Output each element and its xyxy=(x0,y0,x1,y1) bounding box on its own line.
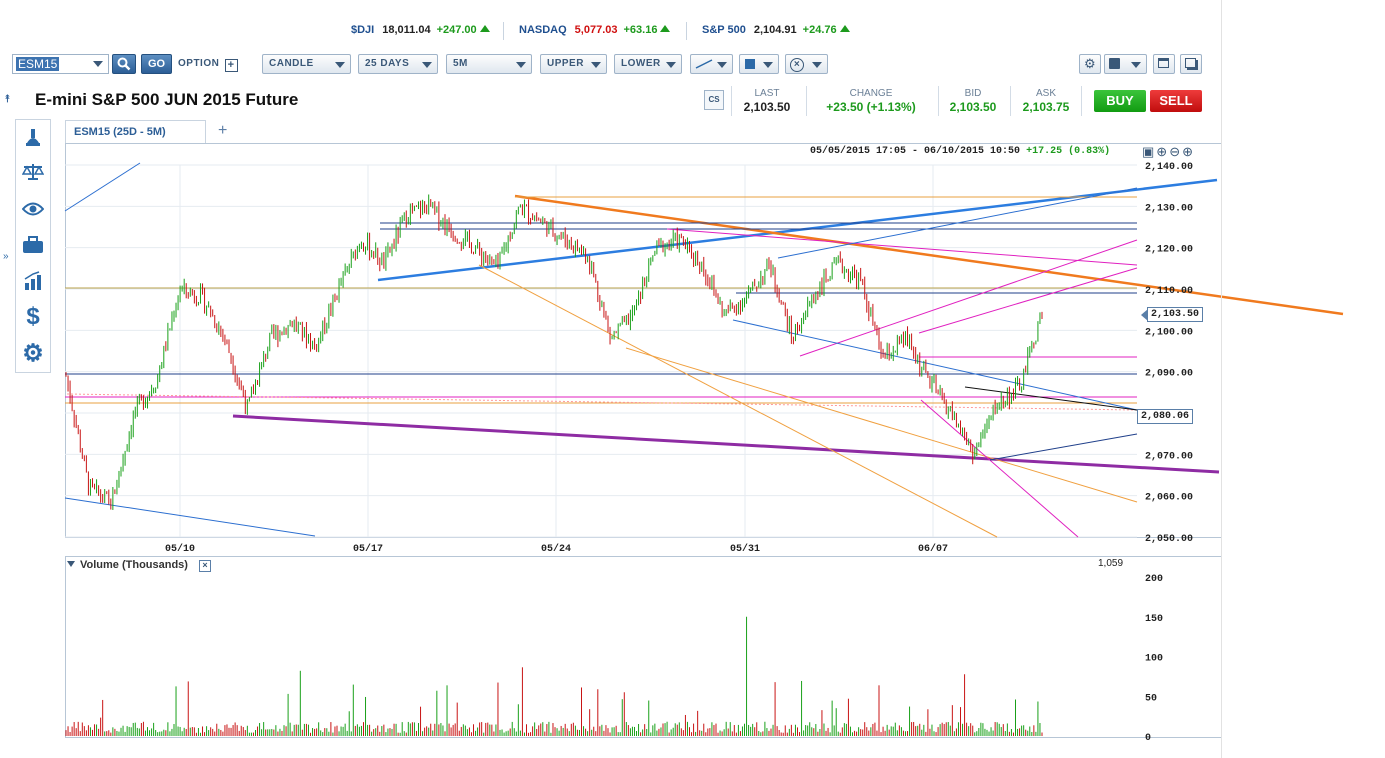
volume-tick-label: 200 xyxy=(1145,574,1163,585)
volume-tick-label: 100 xyxy=(1145,654,1163,665)
volume-tick-label: 150 xyxy=(1145,614,1163,625)
volume-tick-label: 0 xyxy=(1145,733,1151,744)
volume-chart: 200 150 100 50 0 xyxy=(65,574,1163,744)
volume-tick-label: 50 xyxy=(1145,693,1157,704)
page-edge-divider xyxy=(1221,0,1222,758)
